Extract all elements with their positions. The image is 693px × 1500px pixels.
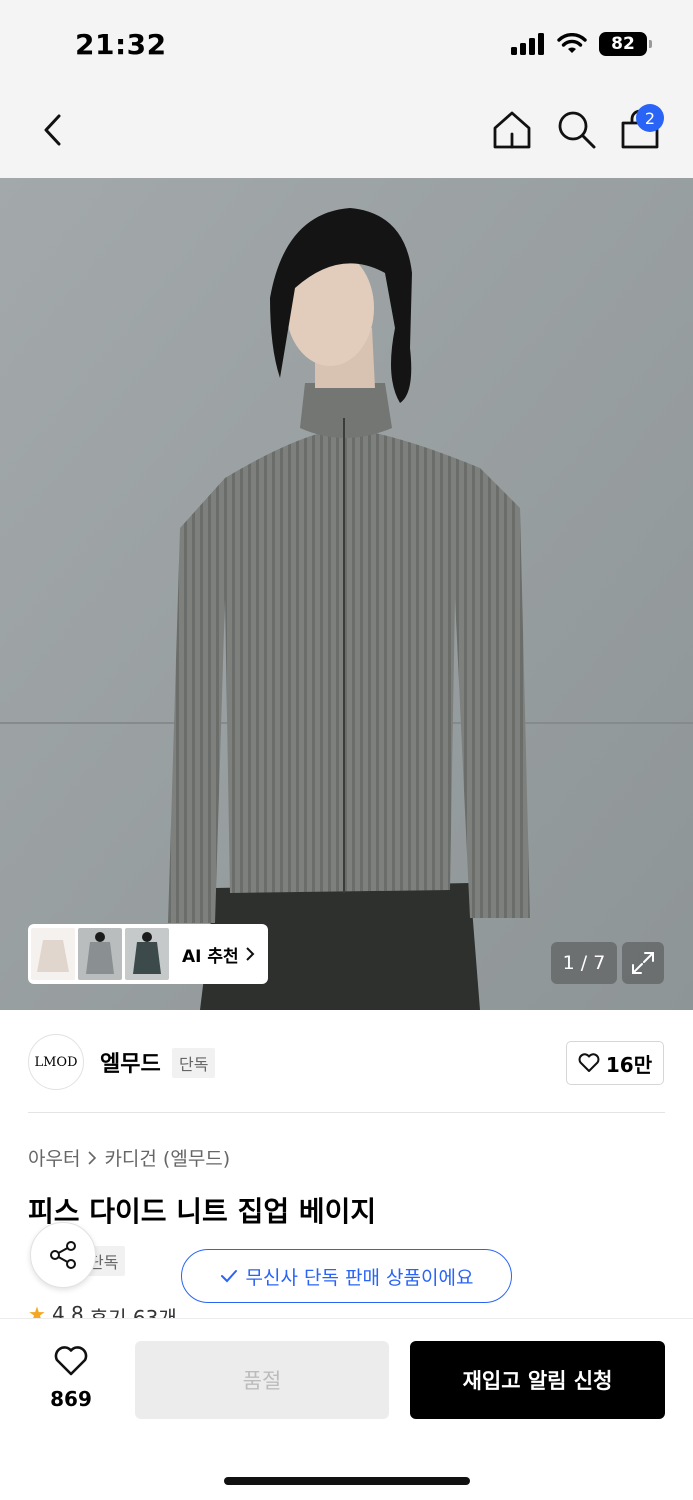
chevron-right-icon <box>245 947 255 961</box>
exclusive-notice-text: 무신사 단독 판매 상품이에요 <box>245 1266 474 1289</box>
cart-count-badge: 2 <box>636 104 664 132</box>
back-chevron-icon <box>44 114 61 146</box>
bottom-action-bar: 869 품절 재입고 알림 신청 <box>0 1318 693 1500</box>
check-icon <box>220 1270 237 1283</box>
restock-alert-button[interactable]: 재입고 알림 신청 <box>410 1341 665 1419</box>
recommend-thumb-1[interactable] <box>31 928 75 980</box>
rating-row[interactable]: ★ 4.8 후기 63개 <box>28 1302 177 1318</box>
breadcrumb: 아우터 카디건 (엘무드) <box>28 1144 230 1171</box>
thumb-1-image <box>31 928 75 980</box>
product-title: 피스 다이드 니트 집업 베이지 <box>28 1195 377 1228</box>
product-image[interactable]: AI 추천 1 / 7 <box>0 178 693 1010</box>
status-icons: 82 <box>511 32 652 56</box>
brand-like-button[interactable]: 16만 <box>566 1041 664 1085</box>
back-button[interactable] <box>32 108 72 152</box>
search-icon <box>558 111 596 149</box>
expand-icon <box>632 952 654 974</box>
ai-recommend-label[interactable]: AI 추천 <box>182 942 255 967</box>
star-icon: ★ <box>28 1302 46 1318</box>
home-button[interactable] <box>490 108 534 152</box>
expand-image-button[interactable] <box>622 942 664 984</box>
top-nav-bar <box>0 90 693 178</box>
brand-exclusive-tag: 단독 <box>172 1048 216 1078</box>
breadcrumb-item-cardigan[interactable]: 카디건 (엘무드) <box>104 1144 230 1171</box>
share-icon <box>50 1241 76 1269</box>
wish-button[interactable]: 869 <box>40 1345 102 1411</box>
brand-row: LMOD 엘무드 단독 16만 <box>0 1010 693 1114</box>
recommend-thumb-3[interactable] <box>125 928 169 980</box>
breadcrumb-chevron-icon <box>88 1150 97 1165</box>
search-button[interactable] <box>555 108 599 152</box>
brand-like-count: 16만 <box>605 1052 653 1077</box>
wish-count: 869 <box>50 1387 92 1411</box>
soldout-button[interactable]: 품절 <box>135 1341 389 1419</box>
image-pager: 1 / 7 <box>551 942 617 984</box>
status-time: 21:32 <box>75 28 167 61</box>
home-indicator[interactable] <box>224 1477 470 1485</box>
review-count: 후기 63개 <box>89 1306 177 1318</box>
rating-value: 4.8 <box>51 1302 84 1318</box>
ai-recommend-text: AI 추천 <box>182 946 239 967</box>
thumb-2-image <box>78 928 122 980</box>
status-bar: 21:32 82 <box>0 0 693 90</box>
brand-logo-text: LMOD <box>34 1054 78 1070</box>
heart-icon <box>54 1346 88 1376</box>
ai-recommend-strip[interactable]: AI 추천 <box>28 924 268 984</box>
exclusive-notice-pill: 무신사 단독 판매 상품이에요 <box>181 1249 512 1303</box>
brand-logo[interactable]: LMOD <box>28 1034 84 1090</box>
recommend-thumb-2[interactable] <box>78 928 122 980</box>
brand-name[interactable]: 엘무드 <box>100 1046 161 1078</box>
thumb-3-image <box>125 928 169 980</box>
divider <box>28 1112 665 1113</box>
home-icon <box>493 111 531 149</box>
battery-icon: 82 <box>599 32 652 56</box>
wifi-icon <box>557 33 587 53</box>
share-button[interactable] <box>30 1222 96 1288</box>
heart-icon <box>578 1053 600 1072</box>
signal-icon <box>511 33 544 55</box>
battery-level: 82 <box>611 34 635 54</box>
breadcrumb-item-outer[interactable]: 아우터 <box>28 1144 80 1171</box>
product-photo <box>0 178 693 1010</box>
